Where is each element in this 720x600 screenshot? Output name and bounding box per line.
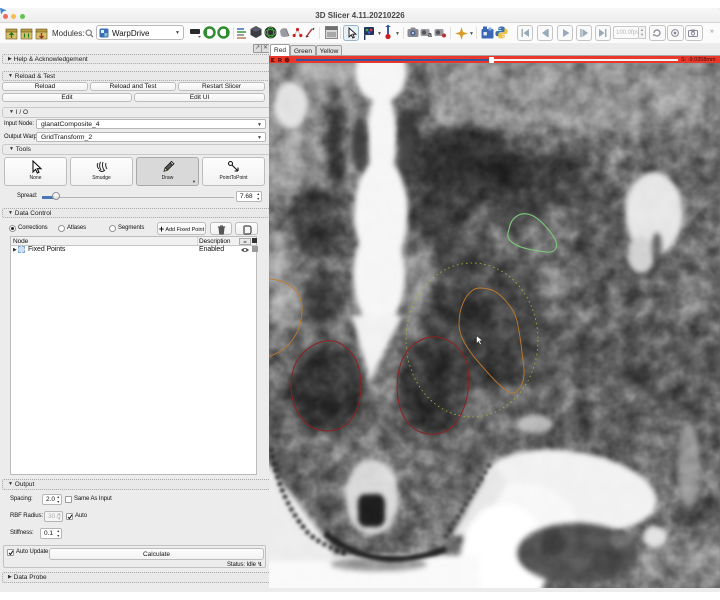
svg-text:a: a: [428, 32, 432, 38]
svg-text:R: R: [278, 58, 282, 63]
